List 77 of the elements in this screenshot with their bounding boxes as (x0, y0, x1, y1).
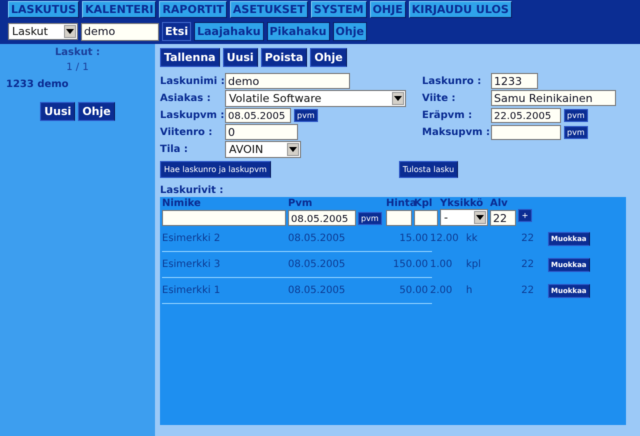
menu-button[interactable]: OHJE (370, 1, 406, 18)
table-cell-text: Esimerkki 1 (162, 285, 222, 296)
status-dropdown[interactable]: AVOIN (225, 140, 301, 158)
unit-dropdown[interactable]: - (440, 209, 488, 226)
table-cell-text: 1.00 (430, 259, 454, 270)
invoice-link[interactable]: 1233 demo (6, 79, 69, 90)
search-button[interactable]: Pikahaku (266, 22, 330, 41)
text-field[interactable]: 0 (225, 124, 298, 140)
date-field[interactable]: 08.05.2005 (225, 108, 291, 122)
toolbar-button[interactable]: Ohje (310, 48, 347, 67)
sidebar-button[interactable]: Uusi (40, 102, 76, 121)
text-field[interactable]: demo (225, 73, 350, 89)
column-header: Nimike (162, 198, 202, 209)
date-picker-button[interactable]: pvm (294, 108, 318, 122)
pager-text: 1 / 1 (66, 62, 89, 73)
customer-dropdown[interactable]: Volatile Software (225, 90, 406, 106)
table-cell-text: 22 (520, 259, 534, 270)
price-input[interactable] (386, 210, 412, 226)
name-input[interactable] (162, 210, 286, 226)
menu-button[interactable]: KIRJAUDU ULOS (408, 1, 512, 18)
table-cell-text: 150.00 (392, 259, 428, 270)
field-label: Viitenro : (160, 126, 214, 138)
search-field[interactable]: demo (81, 22, 159, 40)
date-input[interactable]: 08.05.2005 (288, 210, 356, 226)
field-label: Maksupvm : (422, 126, 490, 138)
field-label: Eräpvm : (422, 110, 474, 120)
column-header: Kpl (414, 198, 434, 209)
category-dropdown[interactable]: Laskut (8, 23, 78, 40)
quantity-input[interactable] (414, 210, 438, 226)
field-label: Asiakas : (160, 92, 212, 104)
field-label: Laskunimi : (160, 76, 224, 86)
menu-button[interactable]: KALENTERI (82, 1, 156, 18)
add-row-button[interactable]: + (518, 209, 532, 222)
table-cell-text: 22 (520, 233, 534, 244)
search-button[interactable]: Laajahaku (194, 22, 264, 41)
table-cell: 12.00 (430, 233, 460, 244)
print-button[interactable]: Tulosta lasku (398, 161, 458, 178)
table-cell-text: 08.05.2005 (288, 233, 346, 244)
date-picker-button[interactable]: pvm (564, 108, 588, 122)
date-picker-button[interactable]: pvm (358, 212, 382, 224)
menu-button[interactable]: LASKUTUS (8, 1, 80, 18)
table-cell-text: 22 (520, 285, 534, 296)
field-label: Viite : (422, 92, 456, 104)
column-header: Alv (490, 198, 509, 209)
date-field[interactable] (491, 124, 561, 140)
toolbar-button[interactable]: Poista (260, 48, 308, 67)
table-cell-text: 08.05.2005 (288, 259, 346, 270)
field-label: Tila : (160, 144, 189, 154)
search-button[interactable]: Etsi (162, 22, 192, 41)
column-header: Yksikkö (440, 198, 484, 209)
table-cell-text: Esimerkki 3 (162, 259, 222, 270)
date-picker-button[interactable]: pvm (564, 126, 588, 138)
date-field[interactable]: 22.05.2005 (491, 108, 561, 122)
table-cell-text: h (465, 285, 474, 296)
text-field[interactable]: 1233 (491, 73, 538, 89)
text-field[interactable]: Samu Reinikainen (491, 90, 616, 106)
toolbar-button[interactable]: Uusi (222, 48, 258, 67)
table-cell-text: 15.00 (398, 233, 428, 244)
section-title: Laskurivit : (160, 185, 224, 196)
table-cell-text: kpl (465, 259, 482, 270)
toolbar-button[interactable]: Tallenna (160, 48, 220, 67)
fetch-button[interactable]: Hae laskunro ja laskupvm (160, 161, 271, 178)
table-cell-text: 50.00 (398, 285, 428, 296)
menu-button[interactable]: ASETUKSET (230, 1, 308, 18)
sidebar-button[interactable]: Ohje (78, 102, 115, 121)
table-cell-text: 08.05.2005 (288, 285, 346, 296)
table-cell-text: 2.00 (430, 285, 454, 296)
sidebar-title: Laskut : (54, 47, 100, 58)
vat-input[interactable]: 22 (490, 210, 516, 226)
field-label: Laskupvm : (160, 110, 224, 120)
table-cell-text: kk (465, 233, 479, 244)
menu-button[interactable]: SYSTEM (310, 1, 367, 18)
table-cell-text: Esimerkki 2 (162, 233, 222, 244)
menu-button[interactable]: RAPORTIT (159, 1, 227, 18)
field-label: Laskunro : (422, 76, 482, 86)
search-button[interactable]: Ohje (332, 22, 367, 41)
column-header: Pvm (288, 198, 314, 209)
